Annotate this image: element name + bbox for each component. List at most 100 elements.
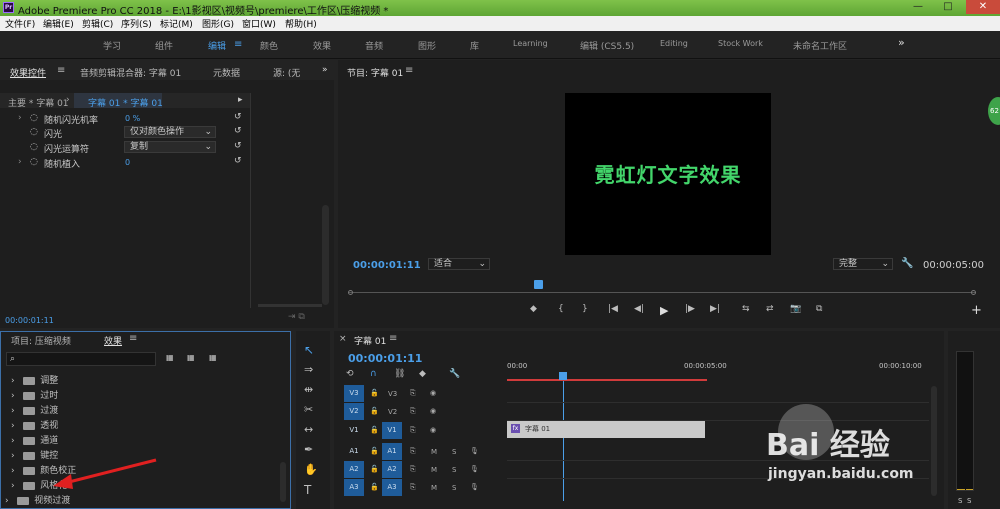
workspace-editing-en[interactable]: Editing xyxy=(660,39,688,48)
lock-icon[interactable]: 🔓 xyxy=(370,389,379,397)
comparison-view-icon[interactable]: ⧉ xyxy=(816,304,822,314)
playhead-icon[interactable] xyxy=(559,372,567,380)
menu-edit[interactable]: 编辑(E) xyxy=(43,17,74,30)
source-track-a1[interactable]: A1 xyxy=(344,443,364,460)
reset-icon[interactable]: ↺ xyxy=(234,126,242,136)
panel-menu-icon[interactable]: ≡ xyxy=(405,65,413,76)
track-v3-label[interactable]: V3 xyxy=(388,390,397,398)
mute-button[interactable]: M xyxy=(431,448,437,456)
sync-lock-icon[interactable]: ⎘ xyxy=(410,447,416,456)
eye-icon[interactable]: ◉ xyxy=(430,407,436,415)
workspace-more-icon[interactable]: » xyxy=(898,36,905,49)
fit-dropdown[interactable]: 适合 ⌄ xyxy=(428,258,490,270)
workspace-effects[interactable]: 效果 xyxy=(313,39,331,52)
tab-source[interactable]: 源: (无 xyxy=(273,66,300,79)
panel-menu-icon[interactable]: ≡ xyxy=(389,333,397,344)
source-track-v3[interactable]: V3 xyxy=(344,385,364,402)
menu-file[interactable]: 文件(F) xyxy=(5,17,35,30)
menu-help[interactable]: 帮助(H) xyxy=(285,17,317,30)
meter-solo-left[interactable]: S xyxy=(958,497,962,505)
stopwatch-icon[interactable]: ◌ xyxy=(30,142,38,152)
microphone-icon[interactable]: 🎙 xyxy=(470,465,479,473)
tab-effect-controls[interactable]: 效果控件 xyxy=(10,66,46,79)
eye-icon[interactable]: ◉ xyxy=(430,389,436,397)
mute-button[interactable]: M xyxy=(431,484,437,492)
lift-icon[interactable]: ⇆ xyxy=(742,304,750,314)
sync-lock-icon[interactable]: ⎘ xyxy=(410,407,416,416)
source-track-a3[interactable]: A3 xyxy=(344,479,364,496)
tab-metadata[interactable]: 元数据 xyxy=(213,66,240,79)
selection-tool-icon[interactable]: ↖ xyxy=(304,343,314,357)
workspace-menu-icon[interactable]: ≡ xyxy=(234,39,242,50)
go-to-out-icon[interactable]: ▶| xyxy=(710,304,720,314)
hand-tool-icon[interactable]: ✋ xyxy=(304,463,318,476)
lock-icon[interactable]: 🔓 xyxy=(370,426,379,434)
tab-audio-mixer[interactable]: 音频剪辑混合器: 字幕 01 xyxy=(80,66,181,79)
add-marker-icon[interactable]: ◆ xyxy=(530,304,537,314)
tree-item[interactable]: › 过时 xyxy=(11,388,58,401)
source-track-v2[interactable]: V2 xyxy=(344,403,364,420)
wrench-icon[interactable]: 🔧 xyxy=(449,369,460,379)
sync-lock-icon[interactable]: ⎘ xyxy=(410,483,416,492)
solo-button[interactable]: S xyxy=(452,484,456,492)
workspace-audio[interactable]: 音频 xyxy=(365,39,383,52)
notification-badge[interactable]: 62 xyxy=(988,97,1000,125)
linked-selection-icon[interactable]: ⛓ xyxy=(394,369,405,379)
workspace-assembly[interactable]: 组件 xyxy=(155,39,173,52)
scrollbar[interactable] xyxy=(280,462,286,502)
timeline-ruler[interactable]: 00:00 00:00:05:00 00:00:10:00 xyxy=(507,359,929,381)
panel-menu-icon[interactable]: ≡ xyxy=(129,333,137,344)
play-icon[interactable]: ▶ xyxy=(660,304,668,317)
tab-project[interactable]: 项目: 压缩视频 xyxy=(11,334,71,347)
track-a2-label[interactable]: A2 xyxy=(382,461,402,478)
solo-button[interactable]: S xyxy=(452,466,456,474)
sync-lock-icon[interactable]: ⎘ xyxy=(410,465,416,474)
master-clip-label[interactable]: 主要 * 字幕 01 xyxy=(8,96,69,109)
eye-icon[interactable]: ◉ xyxy=(430,426,436,434)
ripple-edit-tool-icon[interactable]: ⇹ xyxy=(304,383,313,396)
reset-icon[interactable]: ↺ xyxy=(234,141,242,151)
panel-overflow-icon[interactable]: » xyxy=(322,65,328,75)
track-a1-label[interactable]: A1 xyxy=(382,443,402,460)
tree-item[interactable]: › 视频过渡 xyxy=(5,493,70,506)
zoom-scrollbar[interactable] xyxy=(258,304,322,307)
program-scrubber[interactable] xyxy=(348,280,976,300)
playhead-icon[interactable] xyxy=(534,280,543,289)
wrench-icon[interactable]: 🔧 xyxy=(901,258,913,269)
flash-dropdown[interactable]: 仅对颜色操作 ⌄ xyxy=(124,126,216,138)
reset-icon[interactable]: ↺ xyxy=(234,156,242,166)
timeline-timecode[interactable]: 00:00:01:11 xyxy=(348,352,422,365)
lock-icon[interactable]: 🔓 xyxy=(370,483,379,491)
clip-title[interactable]: fx 字幕 01 xyxy=(507,421,705,438)
workspace-editing[interactable]: 编辑 xyxy=(208,39,226,52)
effects-search-input[interactable]: ⌕ xyxy=(6,352,156,366)
sequence-clip-label[interactable]: 字幕 01 * 字幕 01 xyxy=(88,96,163,109)
menu-window[interactable]: 窗口(W) xyxy=(242,17,276,30)
program-timecode[interactable]: 00:00:01:11 xyxy=(353,260,421,271)
tree-item[interactable]: › 调整 xyxy=(11,373,58,386)
mark-in-icon[interactable]: { xyxy=(558,304,564,314)
effect-controls-timecode[interactable]: 00:00:01:11 xyxy=(5,316,54,325)
workspace-editing-cs55[interactable]: 编辑 (CS5.5) xyxy=(580,39,634,52)
menu-graphics[interactable]: 图形(G) xyxy=(202,17,234,30)
workspace-learn[interactable]: 学习 xyxy=(103,39,121,52)
sync-lock-icon[interactable]: ⎘ xyxy=(410,426,416,435)
scrollbar[interactable] xyxy=(322,205,329,305)
expand-chevron-icon[interactable]: › xyxy=(18,157,22,167)
close-icon[interactable]: × xyxy=(339,334,347,344)
expand-chevron-icon[interactable]: › xyxy=(18,113,22,123)
prop-random-seed-value[interactable]: 0 xyxy=(125,158,130,167)
32bit-effects-icon[interactable]: ▦ xyxy=(187,353,195,362)
workspace-untitled[interactable]: 未命名工作区 xyxy=(793,39,847,52)
stopwatch-icon[interactable]: ◌ xyxy=(30,157,38,167)
camera-icon[interactable]: 📷 xyxy=(790,304,801,314)
microphone-icon[interactable]: 🎙 xyxy=(470,447,479,455)
maximize-button[interactable]: □ xyxy=(934,0,962,14)
mute-button[interactable]: M xyxy=(431,466,437,474)
menu-marker[interactable]: 标记(M) xyxy=(160,17,193,30)
tree-item[interactable]: › 透视 xyxy=(11,418,58,431)
razor-tool-icon[interactable]: ✂ xyxy=(304,403,313,416)
accelerated-effects-icon[interactable]: ▦ xyxy=(166,353,174,362)
stopwatch-icon[interactable]: ◌ xyxy=(30,127,38,137)
nest-icon[interactable]: ⟲ xyxy=(346,369,354,379)
